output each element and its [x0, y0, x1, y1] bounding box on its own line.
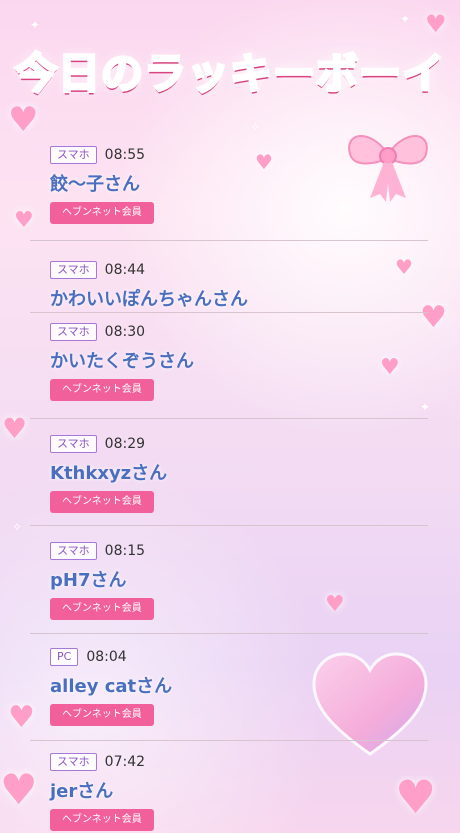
member-badge: ヘブンネット会員 — [50, 704, 154, 726]
visit-time: 07:42 — [104, 754, 146, 770]
device-tag: スマホ — [50, 261, 97, 279]
page-title: 今日のラッキーボーイ — [13, 48, 445, 100]
user-name[interactable]: Kthkxyzさん — [50, 461, 428, 487]
heart-icon: ♥ — [2, 412, 28, 445]
sparkle-icon: ✧ — [250, 120, 261, 134]
visit-time: 08:04 — [86, 649, 127, 665]
visit-time: 08:29 — [104, 436, 146, 452]
list-item[interactable]: スマホ 07:42 jerさん ヘブンネット会員 — [30, 741, 428, 831]
member-badge: ヘブンネット会員 — [50, 202, 154, 224]
member-badge: ヘブンネット会員 — [50, 598, 154, 620]
device-tag: スマホ — [50, 753, 97, 771]
device-tag: スマホ — [50, 542, 97, 560]
device-tag: スマホ — [50, 323, 97, 341]
list-item[interactable]: スマホ 08:15 pH7さん ヘブンネット会員 — [30, 526, 428, 634]
visit-time: 08:44 — [104, 262, 146, 278]
list-item[interactable]: スマホ 08:30 かいたくぞうさん ヘブンネット会員 — [30, 313, 428, 419]
list-item[interactable]: スマホ 08:55 餃〜子さん ヘブンネット会員 — [30, 136, 428, 241]
list-item[interactable]: スマホ 08:29 Kthkxyzさん ヘブンネット会員 — [30, 419, 428, 526]
sparkle-icon: ✦ — [30, 18, 41, 32]
device-tag: スマホ — [50, 146, 97, 164]
user-name[interactable]: かわいいぽんちゃんさん — [50, 287, 428, 313]
visit-time: 08:15 — [104, 543, 146, 559]
member-badge: ヘブンネット会員 — [50, 491, 154, 513]
visit-time: 08:30 — [104, 324, 146, 340]
heart-icon: ♥ — [8, 100, 39, 140]
user-name[interactable]: jerさん — [50, 779, 428, 805]
device-tag: スマホ — [50, 435, 97, 453]
user-name[interactable]: かいたくぞうさん — [50, 349, 428, 375]
member-badge: ヘブンネット会員 — [50, 809, 154, 831]
heart-icon: ♥ — [425, 10, 447, 38]
sparkle-icon: ✦ — [400, 12, 411, 26]
list-item[interactable]: スマホ 08:44 かわいいぽんちゃんさん — [30, 241, 428, 313]
user-name[interactable]: alley catさん — [50, 674, 428, 700]
user-name[interactable]: pH7さん — [50, 568, 428, 594]
list-item[interactable]: PC 08:04 alley catさん ヘブンネット会員 — [30, 634, 428, 741]
user-name[interactable]: 餃〜子さん — [50, 172, 428, 198]
visit-time: 08:55 — [104, 147, 146, 163]
sparkle-icon: ✧ — [12, 520, 23, 534]
device-tag: PC — [50, 648, 79, 666]
member-badge: ヘブンネット会員 — [50, 379, 154, 401]
lucky-boy-list: スマホ 08:55 餃〜子さん ヘブンネット会員 スマホ 08:44 かわいいぽ… — [30, 136, 428, 831]
